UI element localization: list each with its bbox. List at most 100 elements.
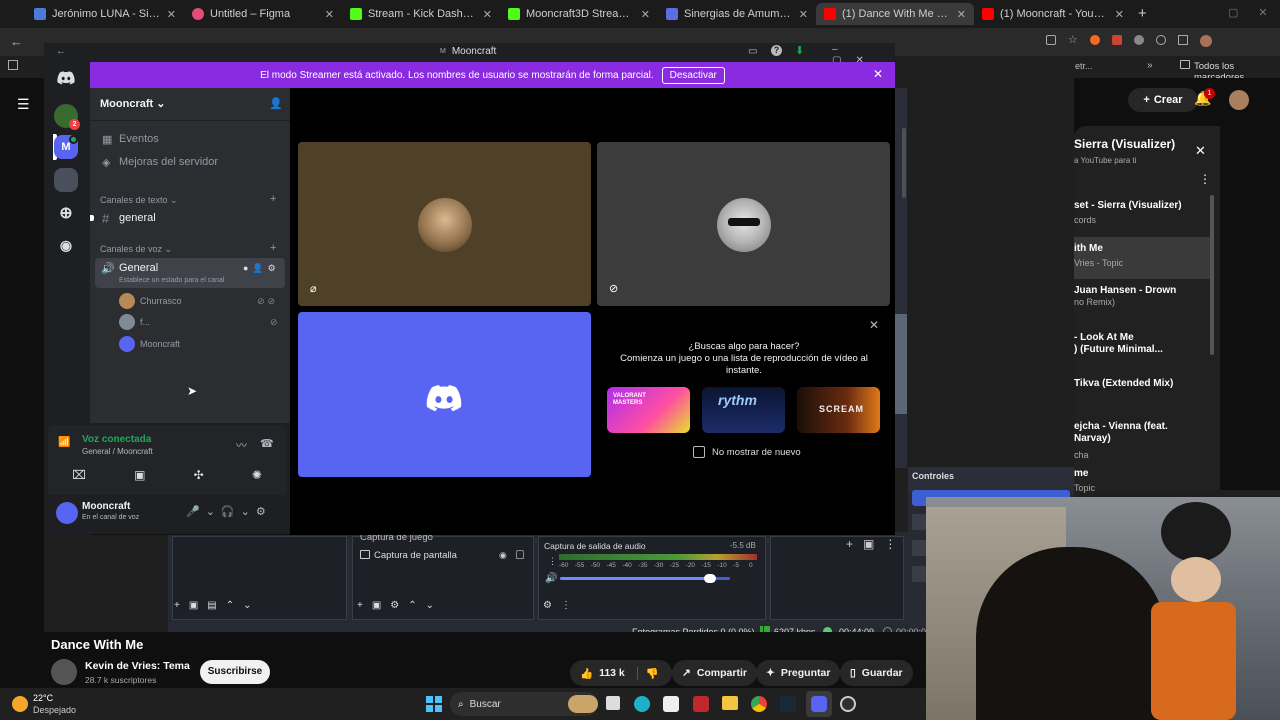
create-button[interactable]: + Crear	[1128, 88, 1198, 112]
close-icon[interactable]: ✕	[799, 8, 808, 21]
browser-tab[interactable]: Sinergias de Amumu - Sinergia ✕	[658, 3, 816, 25]
file-explorer-icon[interactable]	[722, 696, 738, 710]
server-boost-link[interactable]: Mejoras del servidor	[119, 156, 218, 168]
extension-icon[interactable]	[1134, 35, 1144, 45]
close-icon[interactable]: ✕	[1115, 8, 1124, 21]
more-vertical-icon[interactable]: ⋮	[548, 556, 557, 567]
scrollbar[interactable]	[902, 128, 906, 198]
browser-tab[interactable]: Stream - Kick Dashboard ✕	[342, 3, 500, 25]
user-avatar[interactable]	[56, 502, 78, 524]
profile-avatar[interactable]	[1200, 35, 1212, 47]
close-icon[interactable]: ✕	[483, 8, 492, 21]
window-controls[interactable]: ▢✕	[1228, 6, 1280, 19]
activity-card-scream[interactable]: SCREAM	[797, 387, 880, 433]
thumbs-down-icon[interactable]: 👎	[636, 666, 659, 680]
channel-general-voice[interactable]: General	[119, 262, 158, 274]
share-button[interactable]: ↗ Compartir	[672, 660, 757, 686]
volume-slider-knob[interactable]	[703, 574, 716, 583]
screen-share-icon[interactable]: ▣	[134, 468, 145, 482]
activities-icon[interactable]: ✣	[194, 468, 204, 482]
browser-tab[interactable]: Jerónimo LUNA - Sitio web ✕	[26, 3, 184, 25]
close-icon[interactable]: ✕	[325, 8, 334, 21]
chrome-icon[interactable]	[751, 696, 767, 712]
voice-channel-actions[interactable]: ●👤⚙	[243, 263, 280, 274]
extension-icon[interactable]	[1090, 35, 1100, 45]
browser-tab[interactable]: Untitled – Figma ✕	[184, 3, 342, 25]
playlist-item-title[interactable]: me	[1074, 467, 1088, 480]
mixer-toolbar[interactable]: ⚙⋮	[543, 600, 580, 611]
extension-icon[interactable]	[1156, 35, 1166, 45]
activity-card-valorant[interactable]: VALORANT MASTERS	[607, 387, 690, 433]
text-channels-category[interactable]: Canales de texto ⌄	[100, 195, 178, 206]
obs-icon[interactable]	[840, 696, 856, 712]
disconnect-icon[interactable]: ☎	[260, 437, 274, 450]
task-view-icon[interactable]	[606, 696, 620, 710]
bookmark-item[interactable]: etr...	[1075, 61, 1093, 71]
windows-start-icon[interactable]	[426, 696, 442, 712]
chevron-right-icon[interactable]: »	[1147, 60, 1153, 71]
close-icon[interactable]: ✕	[873, 67, 883, 81]
download-icon[interactable]: ⬇	[795, 44, 804, 57]
voice-location[interactable]: General / Mooncraft	[82, 447, 153, 456]
noise-suppression-icon[interactable]: 〰	[236, 437, 247, 453]
playlist-item-title[interactable]: Juan Hansen - Drown	[1074, 284, 1176, 297]
user-name[interactable]: Mooncraft	[82, 501, 130, 512]
add-member-icon[interactable]: 👤	[269, 97, 283, 110]
obs-control-button[interactable]	[912, 540, 926, 556]
playlist-item-title[interactable]: Tikva (Extended Mix)	[1074, 377, 1173, 390]
app-icon[interactable]	[693, 696, 709, 712]
obs-source-item[interactable]: Captura de pantalla	[374, 550, 457, 561]
dock-action-icons[interactable]: +▣⋮	[846, 537, 906, 551]
app-icon[interactable]	[663, 696, 679, 712]
voice-member-name[interactable]: f...	[140, 317, 150, 327]
close-icon[interactable]: ✕	[957, 8, 966, 21]
discord-home-icon[interactable]	[54, 66, 78, 90]
eye-icon[interactable]: ◉	[499, 550, 507, 561]
channel-general-text[interactable]: general	[119, 212, 156, 224]
steam-icon[interactable]	[780, 696, 796, 712]
star-icon[interactable]: ☆	[1068, 35, 1078, 46]
lock-icon[interactable]	[516, 550, 524, 559]
playlist-item-title[interactable]: ejcha - Vienna (feat.	[1074, 420, 1168, 433]
server-icon[interactable]	[54, 168, 78, 192]
account-avatar[interactable]	[1229, 90, 1249, 110]
add-channel-icon[interactable]: +	[270, 193, 276, 205]
signal-strength-icon[interactable]: 📶	[58, 437, 70, 448]
soundboard-icon[interactable]: ✺	[252, 468, 262, 482]
voice-status-hint[interactable]: Establece un estado para el canal	[119, 277, 224, 284]
playlist-item-title[interactable]: set - Sierra (Visualizer)	[1074, 199, 1182, 212]
close-icon[interactable]: ✕	[167, 8, 176, 21]
server-name-header[interactable]: Mooncraft ⌄	[100, 97, 165, 110]
disable-streamer-mode-button[interactable]: Desactivar	[661, 66, 725, 84]
playlist-item-title[interactable]: ith Me	[1074, 242, 1103, 255]
like-count[interactable]: 113 k	[599, 667, 625, 679]
subscribe-button[interactable]: Suscribirse	[200, 660, 270, 684]
channel-avatar[interactable]	[51, 659, 77, 685]
scrollbar[interactable]	[1210, 195, 1214, 355]
scenes-toolbar[interactable]: +▣▤⌃⌄	[174, 600, 261, 611]
voice-channels-category[interactable]: Canales de voz ⌄	[100, 244, 172, 255]
new-tab-icon[interactable]: +	[1138, 5, 1147, 22]
events-link[interactable]: Eventos	[119, 133, 159, 145]
add-server-icon[interactable]: ⊕	[54, 201, 78, 225]
close-icon[interactable]: ✕	[869, 318, 879, 332]
back-icon[interactable]: ←	[10, 34, 23, 49]
weather-icon[interactable]	[12, 696, 28, 712]
ask-button[interactable]: ✦ Preguntar	[756, 660, 841, 686]
volume-slider[interactable]	[560, 574, 730, 583]
hamburger-menu-icon[interactable]: ☰	[17, 96, 30, 113]
extension-icon[interactable]	[1046, 35, 1056, 45]
discord-icon[interactable]	[811, 696, 827, 712]
puzzle-icon[interactable]	[1178, 35, 1188, 45]
save-button[interactable]: ▯ Guardar	[840, 660, 913, 686]
extension-icon[interactable]	[1112, 35, 1122, 45]
obs-control-button[interactable]	[912, 566, 926, 582]
activity-card-rythm[interactable]: rythm	[702, 387, 785, 433]
thumbs-up-icon[interactable]: 👍	[580, 667, 593, 680]
edge-icon[interactable]	[634, 696, 650, 712]
playlist-item-title[interactable]: - Look At Me	[1074, 331, 1134, 344]
sources-toolbar[interactable]: +▣⚙⌃⌄	[357, 600, 443, 611]
help-icon[interactable]: ?	[771, 45, 782, 56]
voice-member-name[interactable]: Churrasco	[140, 296, 182, 306]
browser-tab[interactable]: (1) Mooncraft - YouTube ✕	[974, 3, 1132, 25]
